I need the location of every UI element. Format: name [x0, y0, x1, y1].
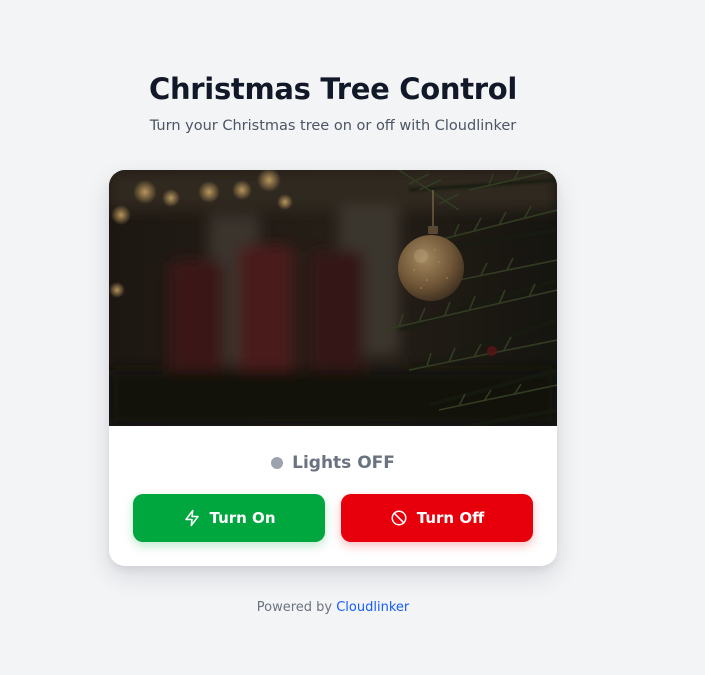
status-text: Lights OFF	[292, 453, 395, 473]
page-subtitle: Turn your Christmas tree on or off with …	[149, 118, 517, 134]
lights-status: Lights OFF	[109, 453, 557, 473]
turn-on-button[interactable]: Turn On	[133, 494, 325, 542]
footer-prefix: Powered by	[256, 600, 333, 615]
page: Christmas Tree Control Turn your Christm…	[0, 0, 705, 675]
prohibited-icon	[390, 509, 408, 527]
status-indicator-dot	[271, 457, 284, 469]
page-title: Christmas Tree Control	[148, 72, 518, 106]
turn-off-label: Turn Off	[416, 509, 485, 527]
lightning-icon	[183, 509, 201, 527]
turn-on-label: Turn On	[209, 509, 276, 527]
christmas-tree-photo	[109, 170, 557, 426]
cloudlinker-link[interactable]: Cloudlinker	[336, 600, 409, 615]
turn-off-button[interactable]: Turn Off	[341, 494, 533, 542]
control-card: Lights OFF Turn On Turn Off	[109, 170, 557, 566]
footer: Powered by Cloudlinker	[0, 600, 666, 615]
